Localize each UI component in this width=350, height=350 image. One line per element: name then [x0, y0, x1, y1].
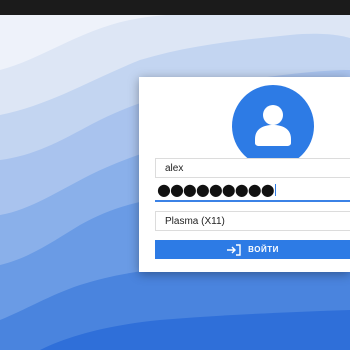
login-button[interactable]: ВОЙТИ	[155, 240, 350, 259]
session-value: Plasma (X11)	[165, 216, 225, 227]
top-panel	[0, 0, 350, 15]
login-arrow-icon	[227, 243, 241, 256]
text-cursor	[274, 184, 276, 196]
user-avatar	[232, 85, 314, 167]
login-button-label: ВОЙТИ	[248, 245, 279, 254]
username-value: alex	[165, 163, 184, 174]
session-select[interactable]: Plasma (X11)	[155, 211, 350, 231]
password-field[interactable]: ●●●●●●●●●	[155, 180, 350, 202]
username-field[interactable]: alex	[155, 158, 350, 178]
user-icon	[255, 105, 291, 146]
password-masked-value: ●●●●●●●●●	[157, 180, 275, 199]
